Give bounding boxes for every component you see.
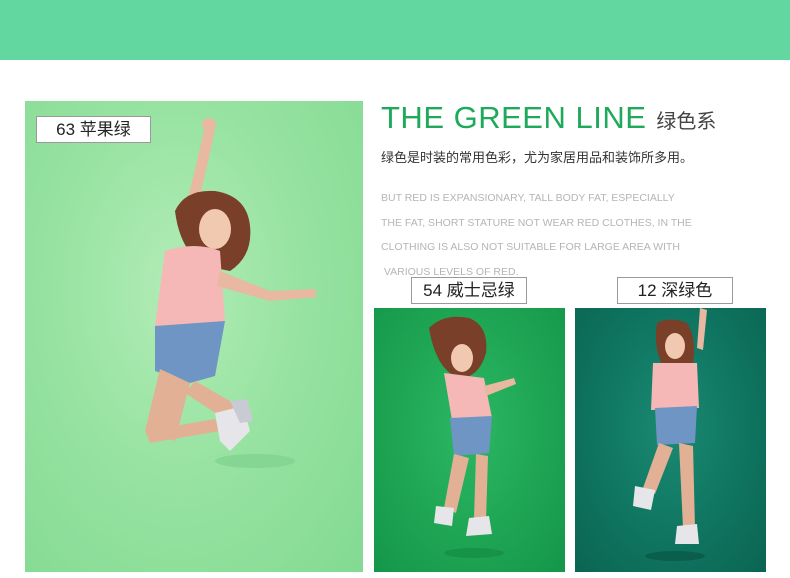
jumping-model-figure: [145, 118, 317, 468]
body-paragraph: BUT RED IS EXPANSIONARY, TALL BODY FAT, …: [381, 186, 721, 284]
body-line: THE FAT, SHORT STATURE NOT WEAR RED CLOT…: [381, 216, 692, 229]
deep-green-photo: [575, 308, 766, 572]
whisky-green-photo: [374, 308, 565, 572]
page-title: THE GREEN LINE 绿色系: [381, 100, 716, 136]
body-line: VARIOUS LEVELS OF RED.: [381, 265, 519, 278]
swatch-label-apple-green: 63 苹果绿: [36, 116, 151, 143]
top-color-band: [0, 0, 790, 60]
jumping-model-figure: [633, 308, 707, 561]
body-line: BUT RED IS EXPANSIONARY, TALL BODY FAT, …: [381, 192, 675, 204]
apple-green-photo: [25, 101, 363, 572]
title-english: THE GREEN LINE: [381, 100, 647, 135]
subtitle-text: 绿色是时装的常用色彩，尤为家居用品和装饰所多用。: [381, 150, 694, 165]
jumping-model-figure: [429, 316, 516, 558]
body-line: CLOTHING IS ALSO NOT SUITABLE FOR LARGE …: [381, 241, 680, 253]
title-chinese: 绿色系: [656, 111, 717, 133]
